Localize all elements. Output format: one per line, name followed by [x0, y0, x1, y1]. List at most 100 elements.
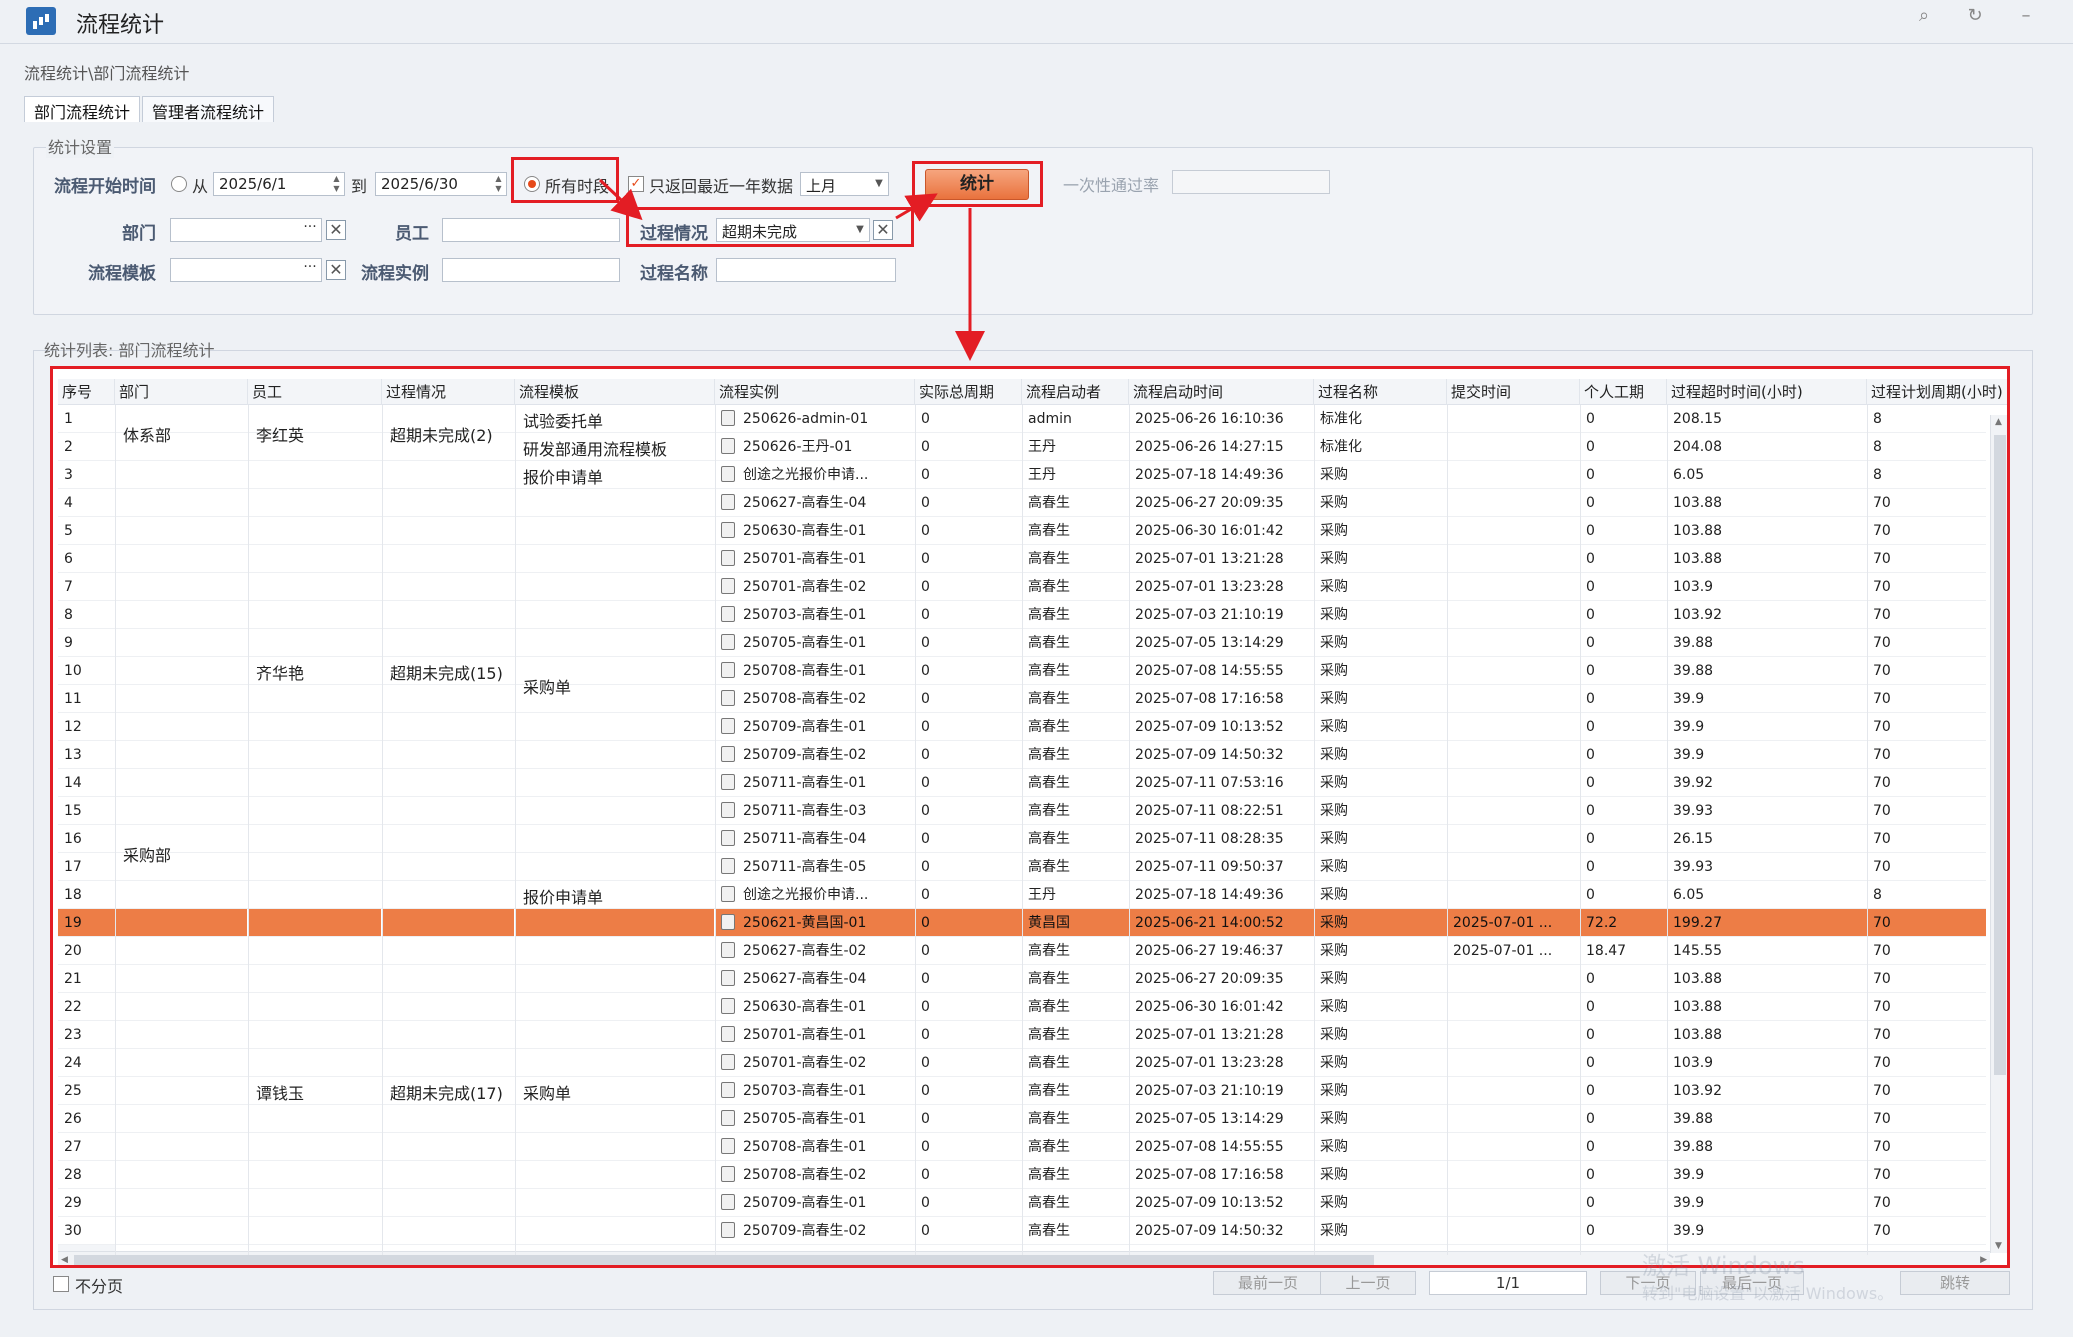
instance-text[interactable]: 250705-高春生-01 [743, 635, 866, 651]
instance-text[interactable]: 250705-高春生-01 [743, 1111, 866, 1127]
refresh-icon[interactable]: ↻ [1960, 5, 1990, 26]
no-paging-checkbox[interactable] [53, 1276, 69, 1292]
instance-text[interactable]: 250627-高春生-04 [743, 495, 866, 511]
instance-text[interactable]: 250708-高春生-01 [743, 663, 866, 679]
instance-text[interactable]: 250626-admin-01 [743, 411, 868, 427]
search-icon[interactable]: ⌕ [1909, 5, 1939, 26]
column-header[interactable]: 过程情况 [382, 379, 515, 405]
column-header[interactable]: 提交时间 [1447, 379, 1580, 405]
horizontal-scroll-thumb[interactable] [74, 1255, 1374, 1265]
document-icon[interactable] [721, 1026, 735, 1042]
document-icon[interactable] [721, 858, 735, 874]
minimize-icon[interactable]: – [2011, 5, 2041, 26]
instance-text[interactable]: 250621-黄昌国-01 [743, 915, 866, 931]
document-icon[interactable] [721, 1194, 735, 1210]
dept-clear-icon[interactable]: ✕ [326, 220, 346, 240]
template-browse-icon[interactable]: ··· [299, 259, 321, 281]
document-icon[interactable] [721, 550, 735, 566]
chevron-down-icon[interactable]: ▼ [872, 177, 886, 191]
document-icon[interactable] [721, 746, 735, 762]
document-icon[interactable] [721, 466, 735, 482]
instance-text[interactable]: 250711-高春生-05 [743, 859, 866, 875]
instance-text[interactable]: 250708-高春生-02 [743, 691, 866, 707]
prev-page-button[interactable]: 上一页 [1320, 1271, 1416, 1295]
instance-text[interactable]: 250708-高春生-01 [743, 1139, 866, 1155]
document-icon[interactable] [721, 438, 735, 454]
column-header[interactable]: 员工 [248, 379, 382, 405]
document-icon[interactable] [721, 410, 735, 426]
document-icon[interactable] [721, 1138, 735, 1154]
document-icon[interactable] [721, 998, 735, 1014]
to-date-field[interactable]: 2025/6/30 ▲ ▼ [375, 172, 507, 196]
document-icon[interactable] [721, 1082, 735, 1098]
from-date-spinner-icon[interactable]: ▲ ▼ [330, 174, 343, 194]
column-header[interactable]: 个人工期 [1580, 379, 1667, 405]
first-page-button[interactable]: 最前一页 [1213, 1271, 1323, 1295]
column-header[interactable]: 流程启动者 [1022, 379, 1129, 405]
instance-text[interactable]: 250627-高春生-02 [743, 943, 866, 959]
instance-text[interactable]: 250709-高春生-01 [743, 1195, 866, 1211]
column-header[interactable]: 实际总周期 [915, 379, 1022, 405]
only-recent-checkbox[interactable]: ✓ [628, 176, 644, 192]
scroll-up-icon[interactable]: ▲ [1995, 417, 2002, 427]
template-clear-icon[interactable]: ✕ [326, 260, 346, 280]
instance-text[interactable]: 250703-高春生-01 [743, 607, 866, 623]
column-header[interactable]: 过程名称 [1314, 379, 1447, 405]
document-icon[interactable] [721, 886, 735, 902]
document-icon[interactable] [721, 522, 735, 538]
document-icon[interactable] [721, 830, 735, 846]
document-icon[interactable] [721, 1222, 735, 1238]
instance-text[interactable]: 创途之光报价申请... [743, 467, 868, 483]
instance-text[interactable]: 250630-高春生-01 [743, 999, 866, 1015]
document-icon[interactable] [721, 494, 735, 510]
document-icon[interactable] [721, 578, 735, 594]
document-icon[interactable] [721, 970, 735, 986]
instance-text[interactable]: 250626-王丹-01 [743, 439, 852, 455]
scroll-left-icon[interactable]: ◀ [61, 1255, 68, 1265]
vertical-scrollbar[interactable]: ▲ ▼ [1990, 415, 2007, 1253]
column-header[interactable]: 序号 [58, 379, 115, 405]
dept-browse-icon[interactable]: ··· [299, 219, 321, 241]
instance-text[interactable]: 250709-高春生-01 [743, 719, 866, 735]
scroll-down-icon[interactable]: ▼ [1995, 1241, 2002, 1251]
document-icon[interactable] [721, 802, 735, 818]
instance-text[interactable]: 250703-高春生-01 [743, 1083, 866, 1099]
jump-button[interactable]: 跳转 [1900, 1271, 2010, 1295]
from-date-field[interactable]: 2025/6/1 ▲ ▼ [213, 172, 345, 196]
document-icon[interactable] [721, 718, 735, 734]
instance-field[interactable] [442, 258, 620, 282]
document-icon[interactable] [721, 662, 735, 678]
date-range-radio[interactable] [171, 176, 187, 192]
tab-manager-stats[interactable]: 管理者流程统计 [142, 96, 275, 122]
column-header[interactable]: 过程计划周期(小时) [1867, 379, 2007, 405]
tab-dept-stats[interactable]: 部门流程统计 [24, 96, 141, 122]
scroll-right-icon[interactable]: ▶ [1980, 1255, 1987, 1265]
document-icon[interactable] [721, 774, 735, 790]
document-icon[interactable] [721, 606, 735, 622]
document-icon[interactable] [721, 1054, 735, 1070]
document-icon[interactable] [721, 942, 735, 958]
instance-text[interactable]: 250627-高春生-04 [743, 971, 866, 987]
document-icon[interactable] [721, 634, 735, 650]
document-icon[interactable] [721, 914, 735, 930]
column-header[interactable]: 流程实例 [715, 379, 915, 405]
instance-text[interactable]: 250701-高春生-02 [743, 579, 866, 595]
document-icon[interactable] [721, 690, 735, 706]
column-header[interactable]: 流程启动时间 [1129, 379, 1314, 405]
process-name-field[interactable] [716, 258, 896, 282]
document-icon[interactable] [721, 1110, 735, 1126]
vertical-scroll-thumb[interactable] [1994, 435, 2006, 1075]
instance-text[interactable]: 250701-高春生-02 [743, 1055, 866, 1071]
instance-text[interactable]: 250708-高春生-02 [743, 1167, 866, 1183]
period-select[interactable]: 上月 ▼ [800, 172, 889, 196]
instance-text[interactable]: 250709-高春生-02 [743, 747, 866, 763]
instance-text[interactable]: 250711-高春生-01 [743, 775, 866, 791]
to-date-spinner-icon[interactable]: ▲ ▼ [492, 174, 505, 194]
column-header[interactable]: 部门 [115, 379, 248, 405]
document-icon[interactable] [721, 1166, 735, 1182]
instance-text[interactable]: 250711-高春生-04 [743, 831, 866, 847]
column-header[interactable]: 过程超时时间(小时) [1667, 379, 1867, 405]
instance-text[interactable]: 250630-高春生-01 [743, 523, 866, 539]
instance-text[interactable]: 250701-高春生-01 [743, 1027, 866, 1043]
column-header[interactable]: 流程模板 [515, 379, 715, 405]
